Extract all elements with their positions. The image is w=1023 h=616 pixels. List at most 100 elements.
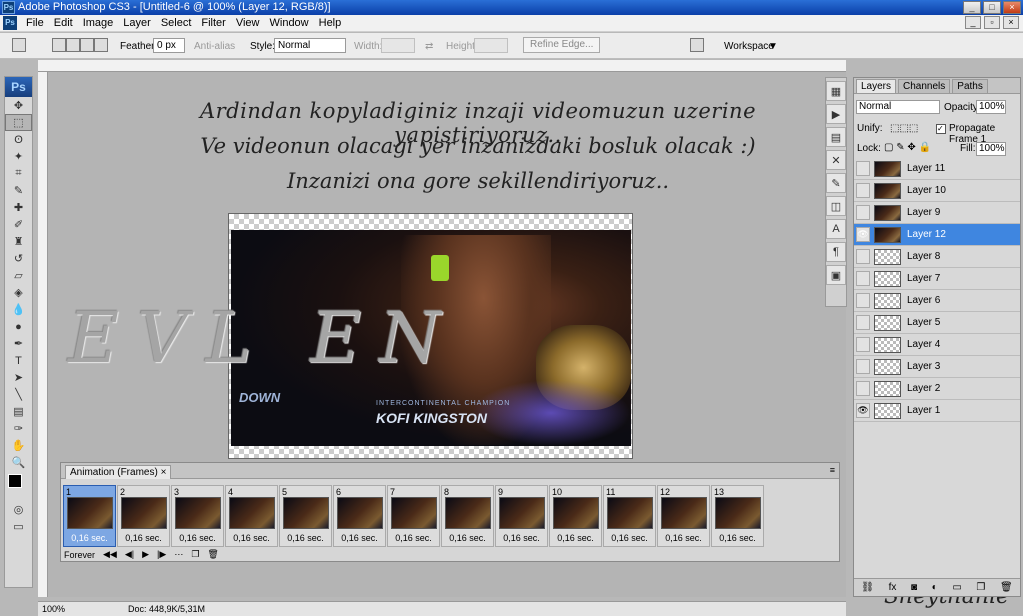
frame-delay[interactable]: 0,16 sec. bbox=[658, 533, 709, 543]
animation-frame[interactable]: 5 0,16 sec. bbox=[279, 485, 332, 547]
zoom-tool-icon[interactable]: 🔍 bbox=[5, 454, 32, 471]
new-layer-icon[interactable]: ❐ bbox=[976, 582, 985, 593]
tab-channels[interactable]: Channels bbox=[898, 79, 951, 93]
animation-frame[interactable]: 11 0,16 sec. bbox=[603, 485, 656, 547]
eye-icon[interactable]: 👁 bbox=[856, 227, 870, 242]
animation-frame[interactable]: 3 0,16 sec. bbox=[171, 485, 224, 547]
clone-stamp-tool-icon[interactable]: ♜ bbox=[5, 233, 32, 250]
animation-frame[interactable]: 12 0,16 sec. bbox=[657, 485, 710, 547]
type-tool-icon[interactable]: T bbox=[5, 352, 32, 369]
frame-delay[interactable]: 0,16 sec. bbox=[280, 533, 331, 543]
fx-icon[interactable]: fx bbox=[889, 582, 897, 593]
layer-comps-icon[interactable]: ▣ bbox=[826, 265, 846, 285]
tween-icon[interactable]: ⋯ bbox=[174, 549, 183, 560]
layer-row[interactable]: 👁 Layer 12 bbox=[854, 224, 1020, 246]
style-select[interactable]: Normal bbox=[274, 38, 346, 53]
visibility-toggle[interactable] bbox=[856, 315, 870, 330]
visibility-toggle[interactable] bbox=[856, 271, 870, 286]
menu-window[interactable]: Window bbox=[265, 17, 314, 29]
screen-mode-icon[interactable]: ▭ bbox=[5, 518, 32, 535]
menu-filter[interactable]: Filter bbox=[196, 17, 230, 29]
brushes-icon[interactable]: ✎ bbox=[826, 173, 846, 193]
layer-row[interactable]: Layer 11 bbox=[854, 158, 1020, 180]
frame-delay[interactable]: 0,16 sec. bbox=[550, 533, 601, 543]
unify-icons[interactable]: ⬚⬚⬚ bbox=[890, 123, 918, 134]
lock-icons[interactable]: ▢ ✎ ✥ 🔒 bbox=[884, 142, 931, 153]
pen-tool-icon[interactable]: ✒ bbox=[5, 335, 32, 352]
layer-row[interactable]: Layer 5 bbox=[854, 312, 1020, 334]
menu-help[interactable]: Help bbox=[314, 17, 347, 29]
slice-tool-icon[interactable]: ✎ bbox=[5, 182, 32, 199]
menu-layer[interactable]: Layer bbox=[118, 17, 156, 29]
intersect-selection-icon[interactable] bbox=[94, 38, 108, 52]
first-frame-icon[interactable]: ◀◀ bbox=[103, 549, 117, 560]
lasso-tool-icon[interactable]: ʘ bbox=[5, 131, 32, 148]
mask-icon[interactable]: ◙ bbox=[911, 582, 917, 593]
height-input[interactable] bbox=[474, 38, 508, 53]
frame-delay[interactable]: 0,16 sec. bbox=[226, 533, 277, 543]
menu-view[interactable]: View bbox=[231, 17, 265, 29]
opacity-input[interactable]: 100% bbox=[976, 100, 1006, 114]
foreground-color-swatch[interactable] bbox=[8, 474, 22, 488]
visibility-toggle[interactable] bbox=[856, 381, 870, 396]
move-tool-icon[interactable]: ✥ bbox=[5, 97, 32, 114]
frame-delay[interactable]: 0,16 sec. bbox=[604, 533, 655, 543]
blur-tool-icon[interactable]: 💧 bbox=[5, 301, 32, 318]
paragraph-icon[interactable]: ¶ bbox=[826, 242, 846, 262]
feather-input[interactable]: 0 px bbox=[153, 38, 185, 53]
menu-edit[interactable]: Edit bbox=[49, 17, 78, 29]
close-button[interactable]: × bbox=[1003, 1, 1021, 14]
visibility-toggle[interactable] bbox=[856, 205, 870, 220]
path-selection-tool-icon[interactable]: ➤ bbox=[5, 369, 32, 386]
marquee-preset-icon[interactable] bbox=[12, 38, 26, 52]
fill-input[interactable]: 100% bbox=[976, 142, 1006, 156]
loop-select[interactable]: Forever bbox=[64, 550, 95, 560]
animation-frame[interactable]: 1 0,16 sec. bbox=[63, 485, 116, 547]
trash-icon[interactable]: 🗑 bbox=[1000, 582, 1013, 593]
hand-tool-icon[interactable]: ✋ bbox=[5, 437, 32, 454]
visibility-toggle[interactable] bbox=[856, 249, 870, 264]
layer-row[interactable]: Layer 4 bbox=[854, 334, 1020, 356]
visibility-toggle[interactable] bbox=[856, 337, 870, 352]
navigator-icon[interactable]: ▦ bbox=[826, 81, 846, 101]
eyedropper-tool-icon[interactable]: ✑ bbox=[5, 420, 32, 437]
antialias-checkbox-label[interactable]: Anti-alias bbox=[194, 41, 235, 52]
brush-tool-icon[interactable]: ✐ bbox=[5, 216, 32, 233]
blend-mode-select[interactable]: Normal bbox=[856, 100, 940, 114]
frame-delay[interactable]: 0,16 sec. bbox=[388, 533, 439, 543]
animation-frame[interactable]: 13 0,16 sec. bbox=[711, 485, 764, 547]
animation-tab[interactable]: Animation (Frames) × bbox=[65, 465, 172, 479]
animation-frame[interactable]: 6 0,16 sec. bbox=[333, 485, 386, 547]
frame-delay[interactable]: 0,16 sec. bbox=[442, 533, 493, 543]
visibility-toggle[interactable] bbox=[856, 183, 870, 198]
maximize-button[interactable]: □ bbox=[983, 1, 1001, 14]
layer-row[interactable]: Layer 2 bbox=[854, 378, 1020, 400]
doc-minimize-button[interactable]: _ bbox=[965, 16, 981, 29]
ps-menu-icon[interactable]: Ps bbox=[3, 16, 17, 30]
document-info[interactable]: Doc: 448,9K/5,31M bbox=[128, 602, 205, 616]
visibility-toggle[interactable] bbox=[856, 161, 870, 176]
minimize-button[interactable]: _ bbox=[963, 1, 981, 14]
animation-frame[interactable]: 4 0,16 sec. bbox=[225, 485, 278, 547]
dodge-tool-icon[interactable]: ● bbox=[5, 318, 32, 335]
width-input[interactable] bbox=[381, 38, 415, 53]
layer-row[interactable]: Layer 8 bbox=[854, 246, 1020, 268]
healing-brush-tool-icon[interactable]: ✚ bbox=[5, 199, 32, 216]
color-swatches[interactable] bbox=[5, 471, 32, 501]
play-icon[interactable]: ▶ bbox=[142, 549, 149, 560]
bridge-icon[interactable] bbox=[690, 38, 704, 52]
marquee-tool-icon[interactable]: ⬚ bbox=[5, 114, 32, 131]
frame-delay[interactable]: 0,16 sec. bbox=[64, 533, 115, 543]
tools-preset-icon[interactable]: ✕ bbox=[826, 150, 846, 170]
animation-frame[interactable]: 7 0,16 sec. bbox=[387, 485, 440, 547]
add-selection-icon[interactable] bbox=[66, 38, 80, 52]
clone-source-icon[interactable]: ◫ bbox=[826, 196, 846, 216]
new-selection-icon[interactable] bbox=[52, 38, 66, 52]
character-icon[interactable]: A bbox=[826, 219, 846, 239]
crop-tool-icon[interactable]: ⌗ bbox=[5, 165, 32, 182]
magic-wand-tool-icon[interactable]: ✦ bbox=[5, 148, 32, 165]
animation-frame[interactable]: 8 0,16 sec. bbox=[441, 485, 494, 547]
history-icon[interactable]: ▤ bbox=[826, 127, 846, 147]
group-icon[interactable]: ▭ bbox=[952, 582, 961, 593]
layer-row[interactable]: Layer 7 bbox=[854, 268, 1020, 290]
